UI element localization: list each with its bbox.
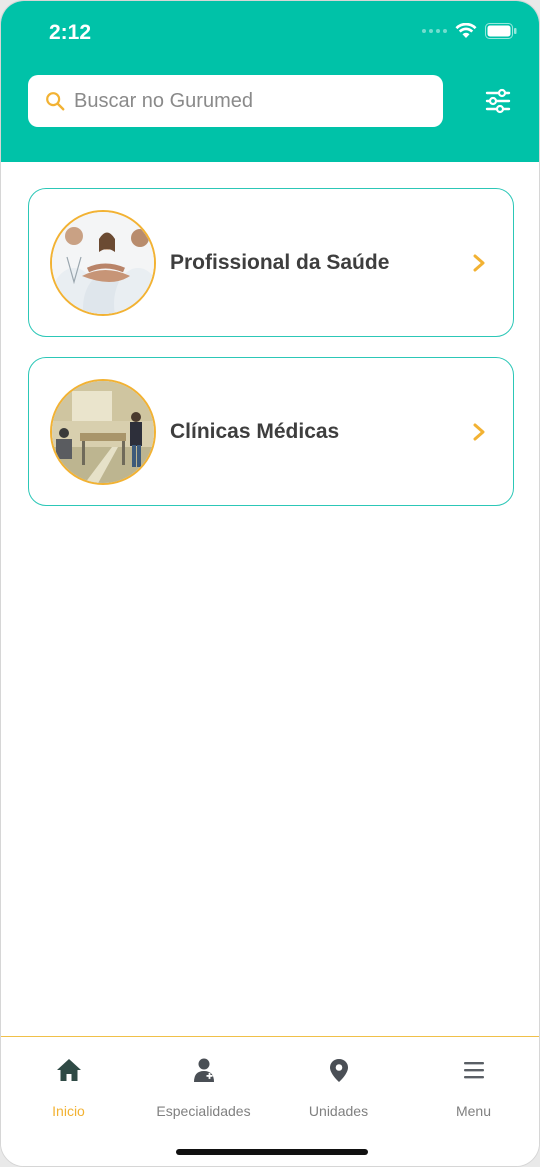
header: 2:12 [1,1,539,162]
bottom-nav: Inicio Especialidades Unidades Menu [1,1036,539,1166]
nav-label: Unidades [308,1103,369,1119]
search-input[interactable] [74,89,414,113]
nav-label: Menu [455,1103,492,1119]
nav-item-inicio[interactable]: Inicio [1,1037,136,1137]
card-clinicas-medicas[interactable]: Clínicas Médicas [28,357,514,506]
location-pin-icon [329,1059,348,1082]
health-professionals-photo [50,209,156,316]
home-icon [56,1059,81,1081]
filter-settings-icon[interactable] [484,87,512,115]
battery-icon [485,23,517,39]
status-time: 2:12 [49,21,92,44]
chevron-right-icon [473,423,485,440]
home-indicator[interactable] [176,1149,368,1155]
medical-clinic-photo [50,378,156,485]
doctor-icon [193,1058,214,1082]
nav-item-especialidades[interactable]: Especialidades [136,1037,271,1137]
card-label: Profissional da Saúde [170,250,390,274]
chevron-right-icon [473,254,485,271]
signal-icon [422,29,447,33]
wifi-icon [455,23,477,39]
search-bar[interactable] [28,75,443,127]
menu-icon [463,1062,484,1079]
nav-label: Inicio [52,1103,85,1119]
status-icons [422,23,517,39]
card-label: Clínicas Médicas [170,419,340,443]
search-icon [46,92,65,111]
card-profissional-saude[interactable]: Profissional da Saúde [28,188,514,337]
nav-item-menu[interactable]: Menu [406,1037,539,1137]
nav-label: Especialidades [156,1103,251,1119]
nav-item-unidades[interactable]: Unidades [271,1037,406,1137]
app-screen: 2:12 Buscar no Gurumed Profissional da S… [0,0,540,1167]
